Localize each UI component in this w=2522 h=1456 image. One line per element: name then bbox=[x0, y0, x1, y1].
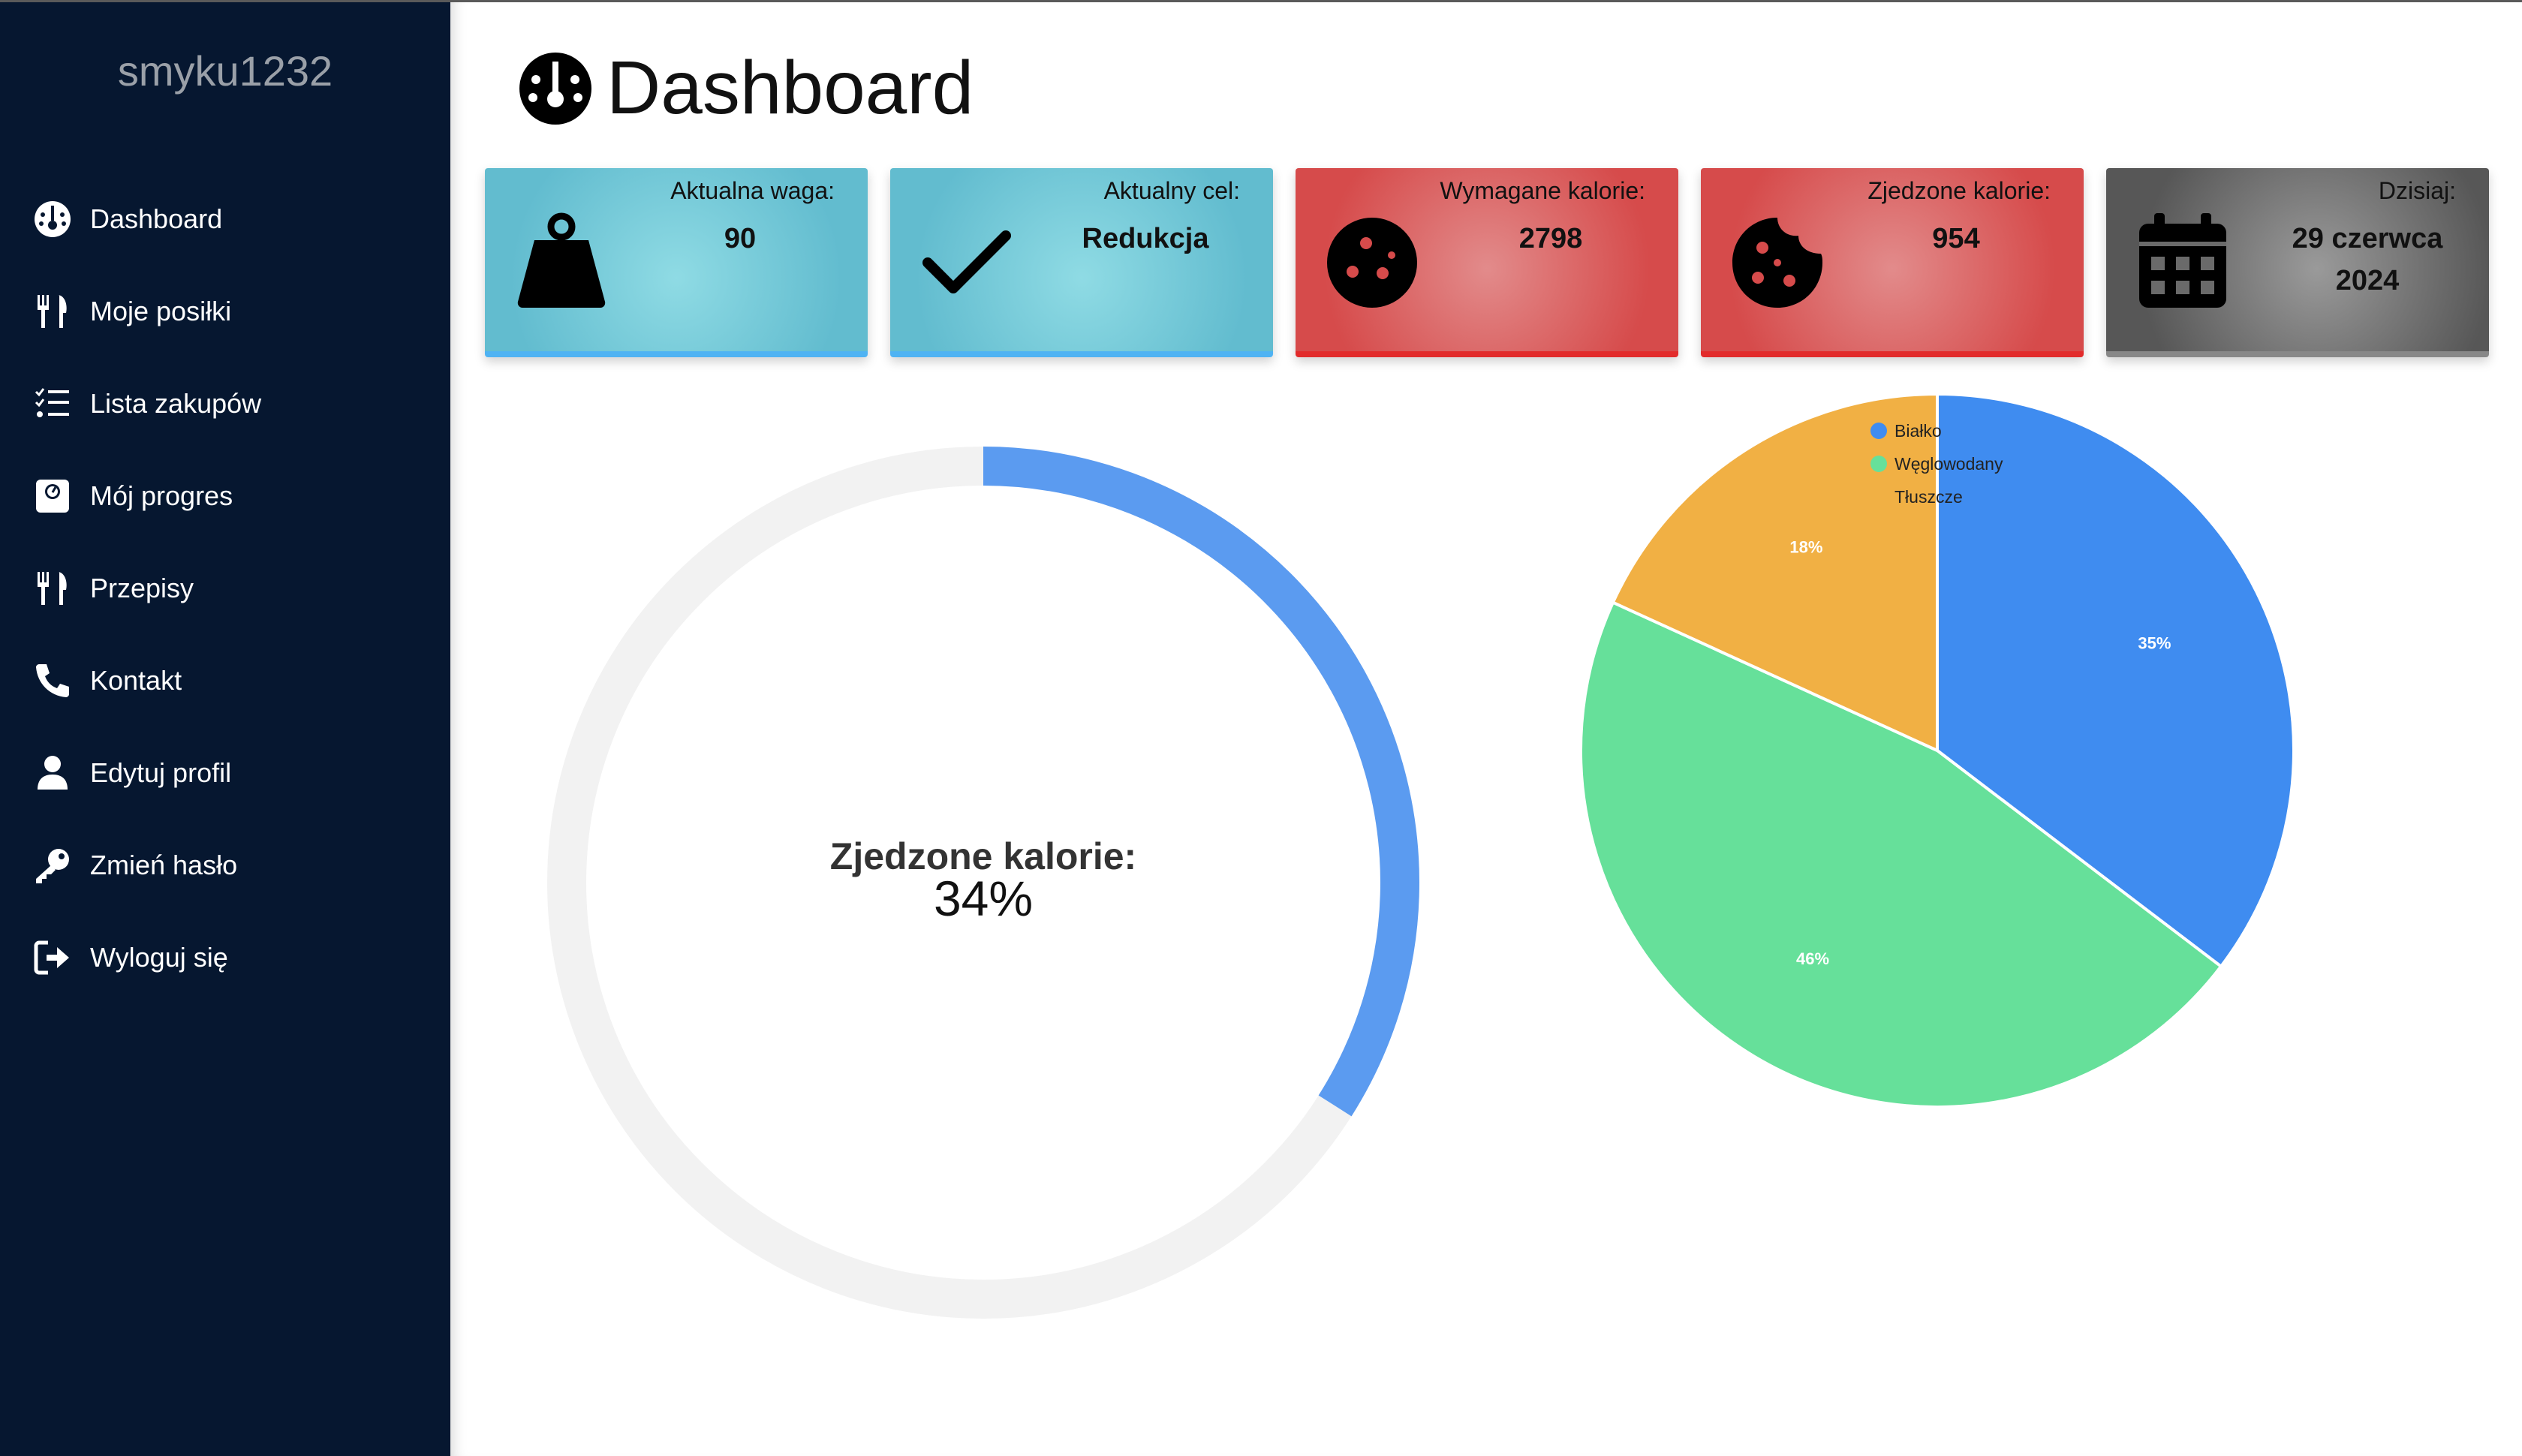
card-current-goal: Aktualny cel: Redukcja bbox=[890, 168, 1273, 357]
gauge-icon bbox=[32, 198, 74, 240]
sidebar-item-label: Dashboard bbox=[90, 203, 223, 234]
sidebar-item-label: Zmień hasło bbox=[90, 849, 238, 880]
legend-label: Białko bbox=[1895, 420, 1942, 441]
sidebar-item-label: Kontakt bbox=[90, 664, 182, 696]
legend-label: Węglowodany bbox=[1895, 453, 2003, 474]
sidebar-item-recipes[interactable]: Przepisy bbox=[0, 542, 450, 634]
gauge-fill bbox=[983, 447, 1419, 1117]
sidebar-item-label: Edytuj profil bbox=[90, 757, 232, 788]
legend-item[interactable]: Węglowodany bbox=[1870, 447, 2003, 480]
page-title: Dashboard bbox=[518, 45, 974, 131]
card-value: 90 bbox=[724, 223, 757, 254]
page-title-text: Dashboard bbox=[606, 46, 974, 130]
key-icon bbox=[32, 844, 74, 886]
sidebar-item-shopping-list[interactable]: Lista zakupów bbox=[0, 357, 450, 450]
legend-item[interactable]: Tłuszcze bbox=[1870, 480, 2003, 513]
list-check-icon bbox=[32, 383, 74, 425]
top-border bbox=[0, 0, 2522, 2]
legend-swatch bbox=[1870, 456, 1887, 472]
gauge-value: 34% bbox=[934, 871, 1033, 926]
card-label: Aktualny cel: bbox=[1103, 177, 1240, 204]
card-label: Dzisiaj: bbox=[2378, 177, 2456, 204]
sidebar-nav: Dashboard Moje posiłki Lista zakupów Mój… bbox=[0, 173, 450, 1003]
pie-legend: Białko Węglowodany Tłuszcze bbox=[1870, 414, 2003, 513]
card-label: Aktualna waga: bbox=[670, 177, 835, 204]
sidebar-item-label: Mój progres bbox=[90, 480, 233, 511]
sidebar-item-edit-profile[interactable]: Edytuj profil bbox=[0, 726, 450, 819]
card-value: Redukcja bbox=[1082, 223, 1209, 254]
user-icon bbox=[32, 752, 74, 794]
sidebar-item-meals[interactable]: Moje posiłki bbox=[0, 265, 450, 357]
card-value: 954 bbox=[1932, 223, 1980, 254]
cookie-icon bbox=[1323, 210, 1422, 309]
card-label: Wymagane kalorie: bbox=[1440, 177, 1645, 204]
pie-slice-label: 18% bbox=[1789, 537, 1822, 556]
logout-icon bbox=[32, 937, 74, 979]
legend-label: Tłuszcze bbox=[1895, 486, 1963, 507]
sidebar-item-progress[interactable]: Mój progres bbox=[0, 450, 450, 542]
sidebar-item-label: Wyloguj się bbox=[90, 941, 228, 973]
legend-swatch bbox=[1870, 423, 1887, 439]
calories-gauge: Zjedzone kalorie: 34% bbox=[545, 419, 1438, 1327]
calendar-icon bbox=[2133, 210, 2232, 309]
sidebar-item-label: Lista zakupów bbox=[90, 387, 262, 419]
pie-slice-label: 46% bbox=[1796, 949, 1829, 968]
weight-icon bbox=[512, 210, 611, 309]
sidebar: smyku1232 Dashboard Moje posiłki Lista z… bbox=[0, 0, 450, 1456]
card-value: 2798 bbox=[1518, 223, 1583, 254]
card-eaten-calories: Zjedzone kalorie: 954 bbox=[1701, 168, 2084, 357]
sidebar-item-change-password[interactable]: Zmień hasło bbox=[0, 819, 450, 911]
legend-swatch bbox=[1870, 489, 1887, 505]
sidebar-item-label: Przepisy bbox=[90, 572, 194, 603]
sidebar-item-label: Moje posiłki bbox=[90, 295, 232, 326]
main-content: Dashboard Aktualna waga: 90 Aktualny cel… bbox=[450, 0, 2522, 1456]
card-required-calories: Wymagane kalorie: 2798 bbox=[1296, 168, 1678, 357]
legend-item[interactable]: Białko bbox=[1870, 414, 2003, 447]
cookie-bite-icon bbox=[1728, 210, 1827, 309]
card-today: Dzisiaj: 29 czerwca 2024 bbox=[2106, 168, 2489, 357]
card-value: 29 czerwca 2024 bbox=[2292, 223, 2443, 296]
card-label: Zjedzone kalorie: bbox=[1867, 177, 2051, 204]
utensils-icon bbox=[32, 290, 74, 332]
pie-slice-label: 35% bbox=[2138, 634, 2171, 653]
username: smyku1232 bbox=[117, 47, 333, 95]
utensils-icon bbox=[32, 567, 74, 609]
scale-icon bbox=[32, 475, 74, 517]
phone-icon bbox=[32, 660, 74, 702]
sidebar-item-dashboard[interactable]: Dashboard bbox=[0, 173, 450, 265]
sidebar-item-logout[interactable]: Wyloguj się bbox=[0, 911, 450, 1003]
check-icon bbox=[917, 210, 1016, 309]
gauge-ring: Zjedzone kalorie: 34% bbox=[547, 447, 1419, 1319]
sidebar-item-contact[interactable]: Kontakt bbox=[0, 634, 450, 726]
card-current-weight: Aktualna waga: 90 bbox=[485, 168, 868, 357]
gauge-icon bbox=[519, 52, 591, 125]
